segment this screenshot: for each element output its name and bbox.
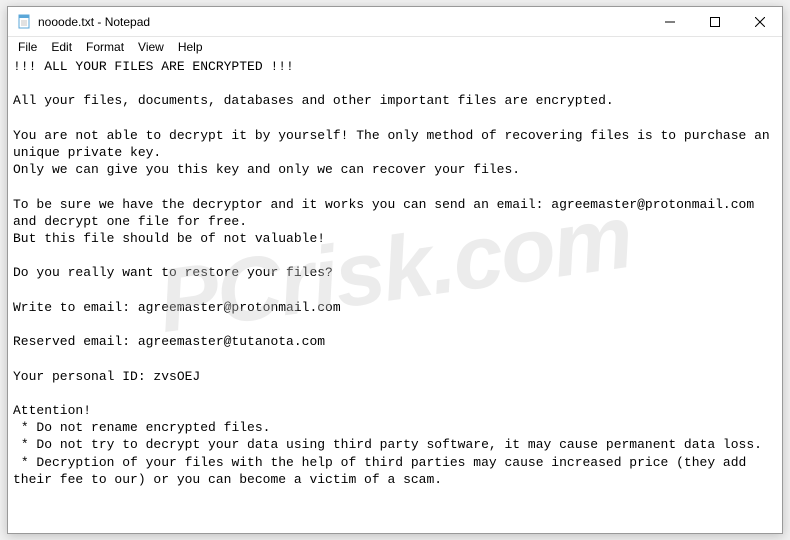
maximize-icon — [710, 17, 720, 27]
menu-view[interactable]: View — [132, 38, 170, 56]
minimize-button[interactable] — [647, 7, 692, 37]
menu-file[interactable]: File — [12, 38, 43, 56]
close-icon — [755, 17, 765, 27]
minimize-icon — [665, 17, 675, 27]
menu-help[interactable]: Help — [172, 38, 209, 56]
text-area[interactable]: !!! ALL YOUR FILES ARE ENCRYPTED !!! All… — [8, 57, 782, 533]
menu-edit[interactable]: Edit — [45, 38, 78, 56]
maximize-button[interactable] — [692, 7, 737, 37]
menu-format[interactable]: Format — [80, 38, 130, 56]
close-button[interactable] — [737, 7, 782, 37]
titlebar: nooode.txt - Notepad — [8, 7, 782, 37]
menubar: File Edit Format View Help — [8, 37, 782, 57]
window-title: nooode.txt - Notepad — [38, 15, 150, 29]
notepad-window: nooode.txt - Notepad File Edit Format Vi… — [7, 6, 783, 534]
notepad-icon — [16, 14, 32, 30]
window-controls — [647, 7, 782, 36]
titlebar-left: nooode.txt - Notepad — [8, 14, 150, 30]
